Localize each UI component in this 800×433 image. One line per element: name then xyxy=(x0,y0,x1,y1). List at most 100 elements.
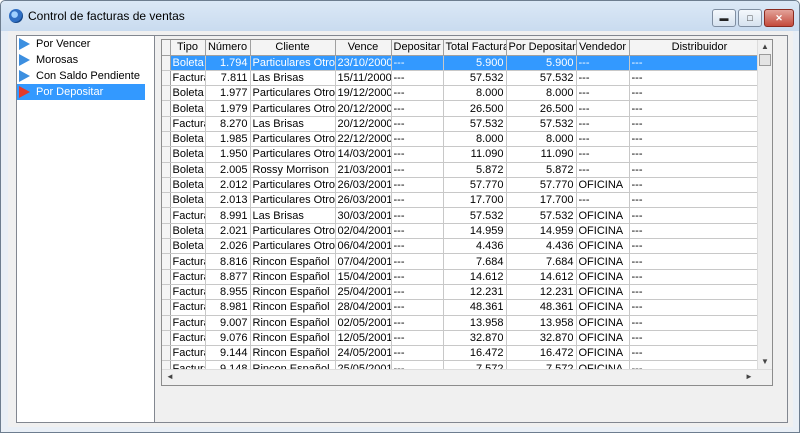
table-cell[interactable]: Boleta xyxy=(170,192,206,209)
table-cell[interactable]: --- xyxy=(391,269,444,285)
table-cell[interactable]: --- xyxy=(576,131,630,148)
table-cell[interactable]: 8.000 xyxy=(443,131,507,148)
row-indicator[interactable] xyxy=(162,207,171,224)
table-cell[interactable]: Boleta xyxy=(170,100,206,117)
table-cell[interactable]: Particulares Otros xyxy=(250,100,336,117)
table-cell[interactable]: Las Brisas xyxy=(250,207,336,224)
table-cell[interactable]: 14/03/2001 xyxy=(335,146,392,163)
table-cell[interactable]: 1.977 xyxy=(205,85,251,102)
table-cell[interactable]: --- xyxy=(391,70,444,87)
table-cell[interactable]: --- xyxy=(629,131,771,148)
table-cell[interactable]: 22/12/2000 xyxy=(335,131,392,148)
table-cell[interactable]: 57.532 xyxy=(506,207,577,224)
table-cell[interactable]: 1.950 xyxy=(205,146,251,163)
table-cell[interactable]: --- xyxy=(629,223,771,240)
table-cell[interactable]: Boleta xyxy=(170,55,206,71)
table-row[interactable]: Factura8.981Rincon Español28/04/2001---4… xyxy=(162,299,771,316)
table-cell[interactable]: Rincon Español xyxy=(250,330,336,347)
table-cell[interactable]: 14.959 xyxy=(443,223,507,240)
row-indicator[interactable] xyxy=(162,162,171,178)
row-indicator[interactable] xyxy=(162,284,171,301)
row-indicator[interactable] xyxy=(162,70,171,87)
table-cell[interactable]: 8.955 xyxy=(205,284,251,301)
table-cell[interactable]: Rossy Morrison xyxy=(250,162,336,178)
scroll-right-icon[interactable]: ► xyxy=(742,370,756,384)
row-indicator[interactable] xyxy=(162,223,171,240)
table-cell[interactable]: --- xyxy=(391,299,444,316)
table-cell[interactable]: OFICINA xyxy=(576,223,630,240)
table-cell[interactable]: 57.532 xyxy=(443,70,507,87)
table-row[interactable]: Factura8.816Rincon Español07/04/2001---7… xyxy=(162,253,771,270)
table-cell[interactable]: 9.144 xyxy=(205,345,251,362)
table-cell[interactable]: --- xyxy=(391,315,444,331)
table-cell[interactable]: 07/04/2001 xyxy=(335,253,392,270)
table-cell[interactable]: --- xyxy=(391,162,444,178)
table-cell[interactable]: OFICINA xyxy=(576,238,630,255)
table-cell[interactable]: 20/12/2000 xyxy=(335,100,392,117)
table-row[interactable]: Factura8.877Rincon Español15/04/2001---1… xyxy=(162,269,771,285)
table-cell[interactable]: 57.532 xyxy=(443,207,507,224)
table-cell[interactable]: 7.811 xyxy=(205,70,251,87)
row-indicator[interactable] xyxy=(162,177,171,194)
column-header[interactable]: Distribuidor xyxy=(629,40,771,56)
column-header[interactable]: Cliente xyxy=(250,40,336,56)
table-cell[interactable]: 16.472 xyxy=(443,345,507,362)
table-cell[interactable]: 11.090 xyxy=(506,146,577,163)
table-cell[interactable]: 5.872 xyxy=(443,162,507,178)
table-cell[interactable]: Factura xyxy=(170,207,206,224)
table-cell[interactable]: Las Brisas xyxy=(250,70,336,87)
table-cell[interactable]: 48.361 xyxy=(506,299,577,316)
sidebar-item-2[interactable]: Con Saldo Pendiente xyxy=(17,68,155,84)
table-cell[interactable]: --- xyxy=(391,330,444,347)
table-cell[interactable]: --- xyxy=(629,192,771,209)
table-cell[interactable]: 12.231 xyxy=(443,284,507,301)
table-row[interactable]: Boleta 2.026 Particulares Otros 06/04/2001-… xyxy=(162,238,771,255)
close-button[interactable]: ✕ xyxy=(764,9,794,27)
table-cell[interactable]: OFICINA xyxy=(576,177,630,194)
table-cell[interactable]: 20/12/2000 xyxy=(335,116,392,132)
table-cell[interactable]: 9.076 xyxy=(205,330,251,347)
column-header[interactable]: Número xyxy=(205,40,251,56)
table-cell[interactable]: --- xyxy=(391,146,444,163)
table-cell[interactable]: OFICINA xyxy=(576,330,630,347)
row-indicator[interactable] xyxy=(162,192,171,209)
table-cell[interactable]: --- xyxy=(629,299,771,316)
table-cell[interactable]: --- xyxy=(576,192,630,209)
table-cell[interactable]: Particulares Otros xyxy=(250,131,336,148)
table-cell[interactable]: Rincon Español xyxy=(250,299,336,316)
table-cell[interactable]: Particulares Otros xyxy=(250,238,336,255)
table-cell[interactable]: --- xyxy=(576,100,630,117)
table-cell[interactable]: 5.872 xyxy=(506,162,577,178)
row-indicator[interactable] xyxy=(162,131,171,148)
table-cell[interactable]: Factura xyxy=(170,269,206,285)
table-cell[interactable]: --- xyxy=(629,55,771,71)
column-header[interactable]: Vence xyxy=(335,40,392,56)
table-cell[interactable]: Boleta xyxy=(170,146,206,163)
column-header[interactable]: Total Factura xyxy=(443,40,507,56)
table-cell[interactable]: 5.900 xyxy=(443,55,507,71)
table-cell[interactable]: --- xyxy=(576,116,630,132)
table-cell[interactable]: OFICINA xyxy=(576,299,630,316)
table-cell[interactable]: --- xyxy=(391,100,444,117)
table-cell[interactable]: 9.007 xyxy=(205,315,251,331)
table-cell[interactable]: --- xyxy=(391,207,444,224)
table-cell[interactable]: 8.816 xyxy=(205,253,251,270)
table-cell[interactable]: 12.231 xyxy=(506,284,577,301)
table-cell[interactable]: 26.500 xyxy=(443,100,507,117)
table-cell[interactable]: 32.870 xyxy=(506,330,577,347)
table-cell[interactable]: Factura xyxy=(170,315,206,331)
table-row[interactable]: Boleta 2.021 Particulares Otros 02/04/2001-… xyxy=(162,223,771,240)
table-row[interactable]: Factura7.811Las Brisas15/11/2000---57.53… xyxy=(162,70,771,87)
table-cell[interactable]: --- xyxy=(629,177,771,194)
table-row[interactable]: Factura8.955Rincon Español25/04/2001---1… xyxy=(162,284,771,301)
minimize-button[interactable]: ▬ xyxy=(712,9,736,27)
table-cell[interactable]: 2.021 xyxy=(205,223,251,240)
table-cell[interactable]: 25/04/2001 xyxy=(335,284,392,301)
table-cell[interactable]: --- xyxy=(629,284,771,301)
table-cell[interactable]: 19/12/2000 xyxy=(335,85,392,102)
table-cell[interactable]: --- xyxy=(391,223,444,240)
table-row[interactable]: Boleta 1.985 Particulares Otros 22/12/2000-… xyxy=(162,131,771,148)
table-row[interactable]: Factura9.076Rincon Español12/05/2001---3… xyxy=(162,330,771,347)
table-row[interactable]: Factura8.991Las Brisas30/03/2001---57.53… xyxy=(162,207,771,224)
row-indicator[interactable] xyxy=(162,330,171,347)
